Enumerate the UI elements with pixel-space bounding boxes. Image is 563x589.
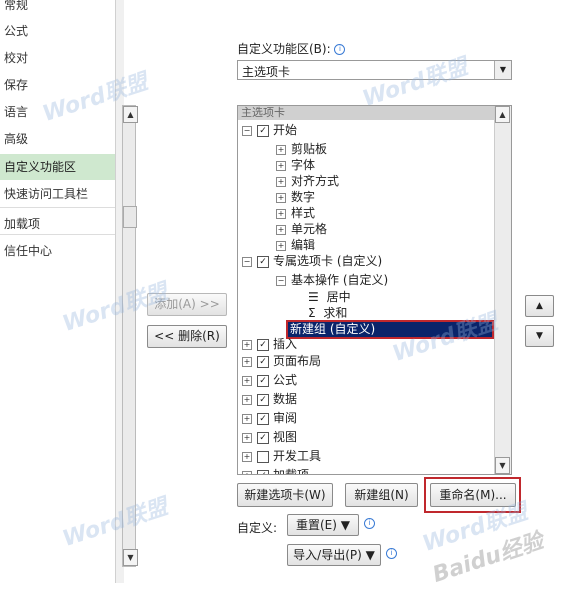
sum-icon: Σ [308, 306, 320, 320]
checkbox[interactable]: ✓ [257, 431, 269, 444]
nav-separator [0, 207, 115, 208]
reset-button[interactable]: 重置(E) ▼ [287, 514, 359, 536]
tree-item-label: 剪贴板 [291, 142, 328, 156]
new-group-button[interactable]: 新建组(N) [345, 483, 418, 507]
collapse-icon[interactable]: − [242, 256, 252, 267]
tree-item[interactable]: + ✓ 页面布局 [242, 352, 321, 371]
info-icon: i [364, 518, 375, 529]
scroll-down-icon[interactable]: ▼ [495, 457, 510, 474]
expand-icon[interactable]: + [276, 160, 286, 171]
tree-item-label: 编辑 [291, 238, 316, 252]
tree-item-label: 审阅 [273, 411, 298, 425]
info-icon: i [334, 44, 346, 55]
expand-icon[interactable]: + [276, 208, 286, 219]
customize-label: 自定义: [237, 521, 278, 535]
tree-item[interactable]: + ✓ 加载项 [242, 466, 310, 475]
nav-item[interactable]: 高级 [0, 126, 115, 152]
triangle-down-icon: ▼ [536, 331, 543, 341]
tree-item-label: 专属选项卡 (自定义) [273, 254, 383, 268]
customize-ribbon-label: 自定义功能区(B): i [237, 40, 346, 57]
scroll-down-icon[interactable]: ▼ [123, 549, 138, 566]
expand-icon[interactable]: + [242, 470, 252, 474]
nav-separator [0, 234, 115, 235]
expand-icon[interactable]: + [242, 356, 252, 367]
expand-icon[interactable]: + [242, 375, 252, 386]
align-center-icon: ☰ [308, 290, 323, 304]
triangle-up-icon: ▲ [536, 301, 543, 311]
expand-icon[interactable]: + [276, 240, 286, 251]
checkbox[interactable] [257, 450, 269, 463]
dropdown-value: 主选项卡 [242, 65, 291, 79]
checkbox[interactable]: ✓ [257, 469, 269, 474]
nav-item[interactable]: 校对 [0, 45, 115, 71]
tree-item-label: 基本操作 (自定义) [291, 273, 389, 287]
tree-item-label: 加载项 [273, 468, 310, 475]
tree-item[interactable]: + ✓ 视图 [242, 428, 297, 447]
tree-item-label: 开发工具 [273, 449, 322, 463]
nav-item[interactable]: 快速访问工具栏 [0, 181, 115, 207]
expand-icon[interactable]: + [242, 339, 252, 350]
tree-item-label: 居中 [326, 290, 351, 304]
tree-scrollbar[interactable]: ▲ ▼ [494, 106, 511, 474]
collapse-icon[interactable]: − [276, 275, 286, 286]
nav-item[interactable]: 公式 [0, 18, 115, 44]
tree-item-label: 单元格 [291, 222, 328, 236]
tree-item-label: 数据 [273, 392, 298, 406]
checkbox[interactable]: ✓ [257, 355, 269, 368]
tree-item[interactable]: + 开发工具 [242, 447, 321, 466]
tree-item-label: 公式 [273, 373, 298, 387]
collapse-icon[interactable]: − [242, 125, 252, 136]
tree-item-label: 视图 [273, 430, 298, 444]
watermark-text: Word联盟 [359, 54, 471, 113]
move-down-button[interactable]: ▼ [525, 325, 554, 347]
scroll-up-icon[interactable]: ▲ [123, 106, 138, 123]
scroll-up-icon[interactable]: ▲ [495, 106, 510, 123]
nav-item[interactable]: 信任中心 [0, 238, 115, 264]
import-export-button[interactable]: 导入/导出(P) ▼ [287, 544, 381, 566]
nav-item[interactable]: 常规 [0, 0, 115, 18]
tree-item-label: 开始 [273, 123, 298, 137]
tree-item-label: 求和 [323, 306, 348, 320]
tree-item-label: 页面布局 [273, 354, 322, 368]
ribbon-tree[interactable]: 主选项卡 − ✓ 开始 + 剪贴板 + 字体 + 对齐方式 + 数字 + 样式 + 单元格 + 编辑 − ✓ 专属选项… [237, 105, 512, 475]
expand-icon[interactable]: + [242, 394, 252, 405]
tree-item-label: 对齐方式 [291, 174, 340, 188]
expand-icon[interactable]: + [242, 432, 252, 443]
expand-icon[interactable]: + [276, 144, 286, 155]
tree-item-label: 插入 [273, 337, 298, 351]
tree-item-label: 新建组 (自定义) [290, 322, 376, 336]
checkbox[interactable]: ✓ [257, 338, 269, 351]
scroll-thumb[interactable] [123, 206, 137, 228]
checkbox[interactable]: ✓ [257, 393, 269, 406]
tree-item[interactable]: + ✓ 审阅 [242, 409, 297, 428]
tree-item[interactable]: − ✓ 开始 [242, 121, 297, 140]
expand-icon[interactable]: + [276, 224, 286, 235]
checkbox[interactable]: ✓ [257, 124, 269, 137]
tree-item[interactable]: − ✓ 专属选项卡 (自定义) [242, 252, 382, 271]
chevron-down-icon[interactable]: ▼ [494, 61, 511, 79]
info-icon: i [386, 548, 397, 559]
nav-item[interactable]: 自定义功能区 [0, 154, 115, 180]
tree-item-label: 样式 [291, 206, 316, 220]
expand-icon[interactable]: + [242, 413, 252, 424]
tree-item[interactable]: + ✓ 公式 [242, 371, 297, 390]
move-up-button[interactable]: ▲ [525, 295, 554, 317]
tree-item[interactable]: + ✓ 数据 [242, 390, 297, 409]
checkbox[interactable]: ✓ [257, 412, 269, 425]
expand-icon[interactable]: + [276, 192, 286, 203]
checkbox[interactable]: ✓ [257, 255, 269, 268]
expand-icon[interactable]: + [276, 176, 286, 187]
remove-button[interactable]: << 删除(R) [147, 325, 227, 348]
expand-icon[interactable]: + [242, 451, 252, 462]
tree-item-label: 数字 [291, 190, 316, 204]
checkbox[interactable]: ✓ [257, 374, 269, 387]
new-tab-button[interactable]: 新建选项卡(W) [237, 483, 333, 507]
tree-item-label: 字体 [291, 158, 316, 172]
